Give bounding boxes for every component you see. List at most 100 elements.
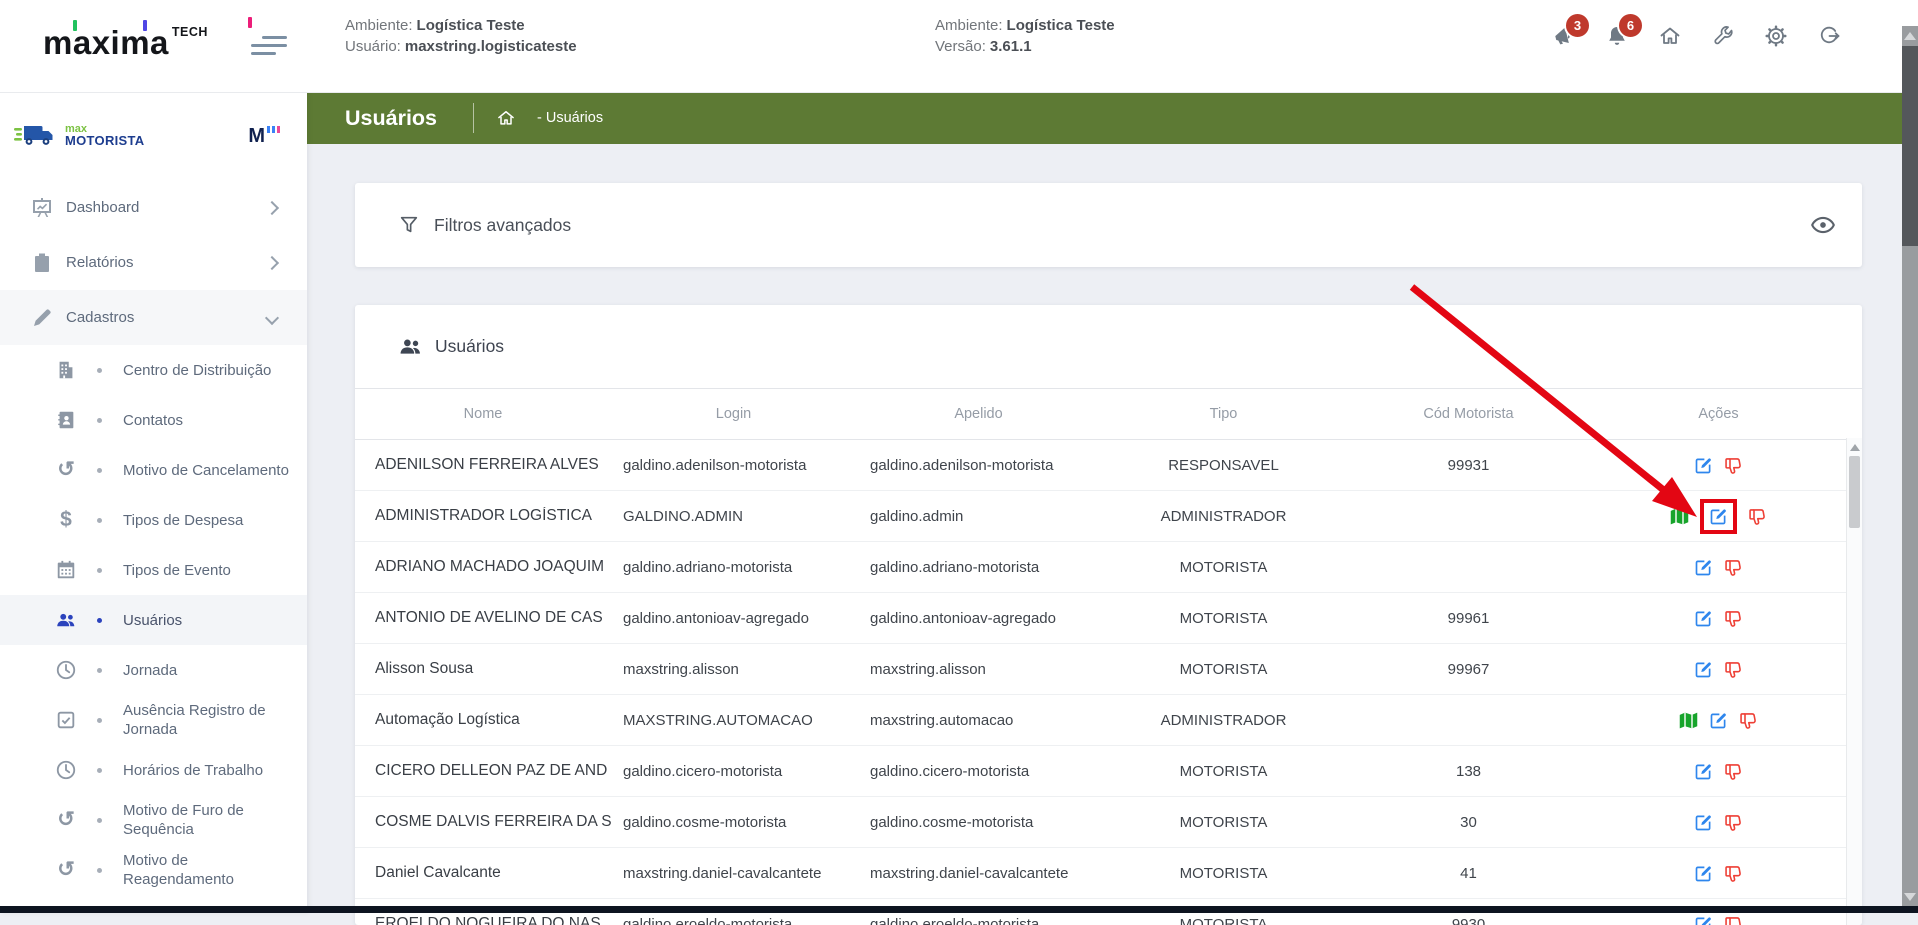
- users-card-header: Usuários: [355, 305, 1862, 388]
- cell-login: galdino.adriano-motorista: [611, 559, 856, 576]
- thumbs-down-action-icon[interactable]: [1723, 608, 1744, 629]
- versao-value: 3.61.1: [990, 38, 1032, 55]
- table-header-row: NomeLoginApelidoTipoCód MotoristaAções: [355, 388, 1862, 440]
- edit-action-icon[interactable]: [1693, 557, 1714, 578]
- edit-action-icon[interactable]: [1693, 863, 1714, 884]
- sidebar-item-label: Motivo de Reagendamento: [123, 851, 295, 889]
- window-scroll-up-arrow-icon[interactable]: [1904, 32, 1916, 40]
- eye-visibility-icon[interactable]: [1810, 212, 1836, 238]
- sidebar-item-centro-de-distribuicao[interactable]: Centro de Distribuição: [0, 345, 307, 395]
- thumbs-down-action-icon[interactable]: [1723, 914, 1744, 925]
- cell-cod-motorista: 138: [1346, 763, 1591, 780]
- announcements-count-badge[interactable]: 3: [1564, 12, 1591, 39]
- cell-acoes: [1591, 608, 1846, 629]
- maxmotorista-brand: max MOTORISTA M: [0, 92, 307, 180]
- ambiente-label: Ambiente:: [345, 17, 413, 34]
- cell-cod-motorista: 41: [1346, 865, 1591, 882]
- column-header-apelido: Apelido: [856, 406, 1101, 422]
- advanced-filters-panel[interactable]: Filtros avançados: [355, 183, 1862, 267]
- table-scrollbar[interactable]: [1846, 438, 1862, 925]
- edit-action-icon[interactable]: [1693, 914, 1714, 925]
- sidebar-item-tipos-de-evento[interactable]: Tipos de Evento: [0, 545, 307, 595]
- top-header: maximaTECH Ambiente:Logística Teste Usuá…: [0, 0, 1918, 93]
- sidebar-nav: DashboardRelatórios Cadastros Centro de Di…: [0, 180, 307, 913]
- thumbs-down-action-icon[interactable]: [1723, 659, 1744, 680]
- cell-tipo: RESPONSAVEL: [1101, 457, 1346, 474]
- sidebar-item-usuarios[interactable]: Usuários: [0, 595, 307, 645]
- sidebar-item-relatorios[interactable]: Relatórios: [0, 235, 307, 290]
- sidebar-item-dashboard[interactable]: Dashboard: [0, 180, 307, 235]
- sidebar-item-motivo-de-furo-de-sequencia[interactable]: ↺ Motivo de Furo de Sequência: [0, 795, 307, 845]
- sidebar-item-label: Cadastros: [66, 308, 226, 327]
- thumbs-down-action-icon[interactable]: [1747, 506, 1768, 527]
- notifications-bell-icon[interactable]: 6: [1605, 24, 1629, 48]
- table-row: CICERO DELLEON PAZ DE ANDgaldino.cicero-…: [355, 746, 1862, 797]
- sidebar-item-label: Tipos de Evento: [123, 561, 295, 580]
- cell-acoes: [1591, 761, 1846, 782]
- ambiente-value: Logística Teste: [1007, 17, 1115, 34]
- sidebar: max MOTORISTA M DashboardRelatórios Cadas…: [0, 92, 307, 913]
- ambiente-value: Logística Teste: [417, 17, 525, 34]
- sidebar-item-ausencia-registro-de-jornada[interactable]: Ausência Registro de Jornada: [0, 695, 307, 745]
- ambiente-label: Ambiente:: [935, 17, 1003, 34]
- thumbs-down-action-icon[interactable]: [1723, 812, 1744, 833]
- breadcrumb-home-icon[interactable]: [496, 108, 516, 128]
- edit-action-icon[interactable]: [1708, 506, 1729, 527]
- settings-gear-icon[interactable]: [1764, 24, 1788, 48]
- checkbox-icon: [55, 709, 77, 731]
- scroll-up-arrow-icon[interactable]: [1850, 444, 1860, 451]
- tools-wrench-icon[interactable]: [1711, 24, 1735, 48]
- window-scrollbar-thumb[interactable]: [1902, 46, 1918, 246]
- bullet-dot: [97, 468, 102, 473]
- sidebar-item-label: Horários de Trabalho: [123, 761, 295, 780]
- sidebar-item-jornada[interactable]: Jornada: [0, 645, 307, 695]
- edit-action-icon[interactable]: [1693, 761, 1714, 782]
- thumbs-down-action-icon[interactable]: [1723, 863, 1744, 884]
- users-card-title: Usuários: [435, 336, 504, 357]
- logout-icon[interactable]: [1817, 24, 1841, 48]
- cell-nome: CICERO DELLEON PAZ DE AND: [355, 762, 611, 780]
- cell-apelido: galdino.eroeldo-motorista: [856, 916, 1101, 925]
- thumbs-down-action-icon[interactable]: [1723, 761, 1744, 782]
- bullet-dot: [97, 368, 102, 373]
- home-icon[interactable]: [1658, 24, 1682, 48]
- sidebar-item-motivo-de-cancelamento[interactable]: ↺Motivo de Cancelamento: [0, 445, 307, 495]
- window-scroll-down-arrow-icon[interactable]: [1904, 893, 1916, 901]
- edit-action-icon[interactable]: [1693, 659, 1714, 680]
- sidebar-item-contatos[interactable]: Contatos: [0, 395, 307, 445]
- scrollbar-cap: [1902, 0, 1918, 26]
- column-header-tipo: Tipo: [1101, 406, 1346, 422]
- undo-icon: ↺: [55, 809, 77, 831]
- table-row: ANTONIO DE AVELINO DE CASgaldino.antonio…: [355, 593, 1862, 644]
- sidebar-item-tipos-de-despesa[interactable]: $Tipos de Despesa: [0, 495, 307, 545]
- sidebar-item-motivo-de-reagendamento[interactable]: ↺Motivo de Reagendamento: [0, 845, 307, 895]
- edit-action-icon[interactable]: [1693, 608, 1714, 629]
- bullet-dot: [97, 518, 102, 523]
- logo-text: maxima: [43, 24, 169, 61]
- thumbs-down-action-icon[interactable]: [1723, 557, 1744, 578]
- window-scrollbar[interactable]: [1902, 0, 1918, 913]
- sidebar-toggle-icon[interactable]: [251, 36, 287, 58]
- map-action-icon[interactable]: [1669, 506, 1690, 527]
- cell-tipo: MOTORISTA: [1101, 814, 1346, 831]
- sidebar-item-label: Motivo de Furo de Sequência: [123, 801, 295, 839]
- thumbs-down-action-icon[interactable]: [1723, 455, 1744, 476]
- announcements-icon[interactable]: 3: [1552, 24, 1576, 48]
- undo-icon: ↺: [55, 459, 77, 481]
- cell-login: maxstring.daniel-cavalcantete: [611, 865, 856, 882]
- column-header-cod-motorista: Cód Motorista: [1346, 406, 1591, 422]
- table-scrollbar-thumb[interactable]: [1849, 456, 1860, 528]
- notifications-count-badge[interactable]: 6: [1617, 12, 1644, 39]
- edit-action-icon[interactable]: [1693, 455, 1714, 476]
- cell-cod-motorista: 99961: [1346, 610, 1591, 627]
- thumbs-down-action-icon[interactable]: [1738, 710, 1759, 731]
- bullet-dot: [97, 868, 102, 873]
- edit-action-icon[interactable]: [1693, 812, 1714, 833]
- bullet-dot: [97, 418, 102, 423]
- sidebar-item-cadastros[interactable]: Cadastros: [0, 290, 307, 345]
- topbar-icon-row: 3 6: [1552, 24, 1841, 48]
- sidebar-item-horarios-de-trabalho[interactable]: Horários de Trabalho: [0, 745, 307, 795]
- edit-action-icon[interactable]: [1708, 710, 1729, 731]
- usuario-value: maxstring.logisticateste: [405, 38, 577, 55]
- map-action-icon[interactable]: [1678, 710, 1699, 731]
